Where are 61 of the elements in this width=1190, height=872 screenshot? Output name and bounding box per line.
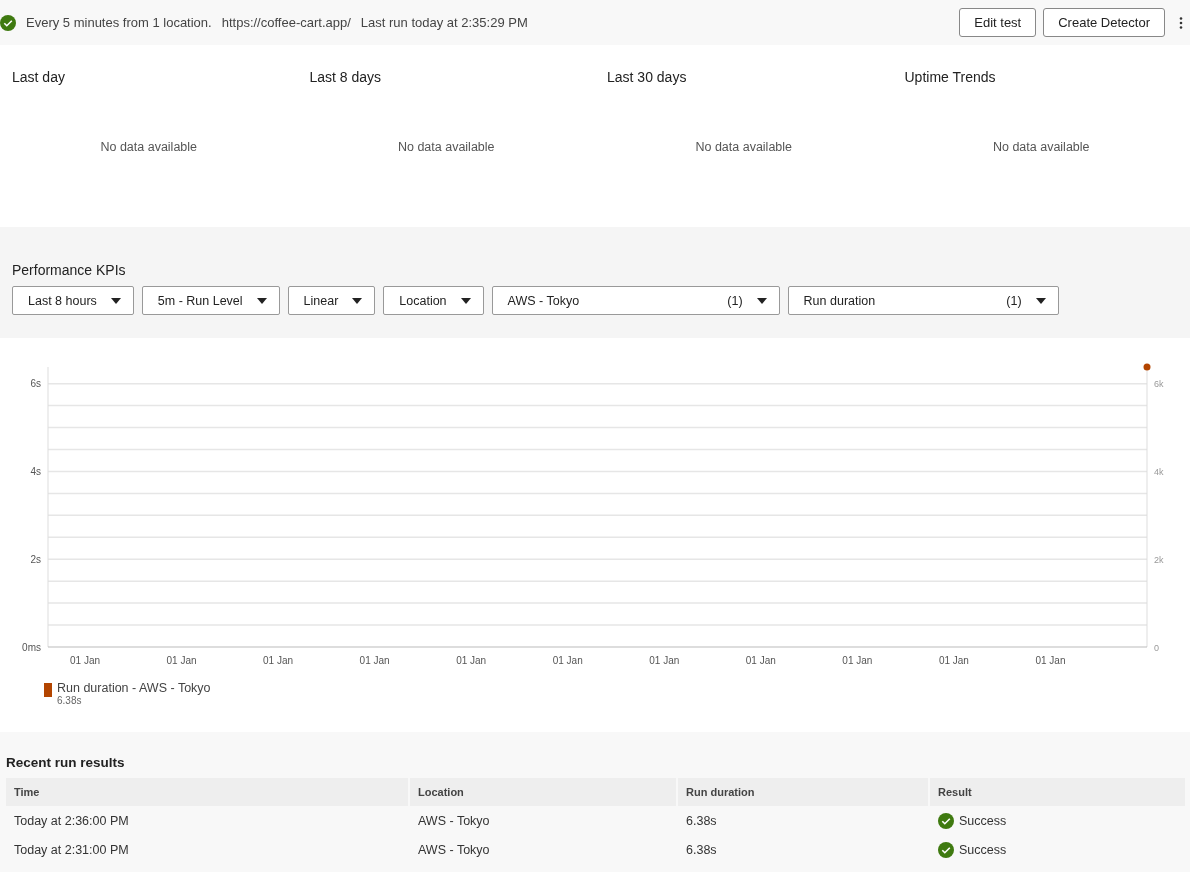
caret-icon <box>110 297 121 304</box>
table-cell-text: AWS - Tokyo <box>417 812 491 830</box>
axis-label: 01 Jan <box>70 655 100 666</box>
no-data-text: No data available <box>991 140 1091 154</box>
column-header: Time <box>6 778 408 806</box>
filter-dropdown[interactable]: Location <box>383 286 484 315</box>
filter-dropdown[interactable]: Run duration (1) <box>787 286 1059 315</box>
caret-icon <box>352 297 363 304</box>
result-text: Success <box>959 813 1007 828</box>
axis-label: 01 Jan <box>263 655 294 666</box>
create-button[interactable]: Create Detector <box>1043 8 1165 37</box>
section-title: Recent run results <box>6 755 126 770</box>
url-text: https://coffee-cart.app/ <box>221 15 351 30</box>
card-title: Last 8 days <box>309 69 383 85</box>
edit-button[interactable]: Edit test <box>959 8 1037 37</box>
filter-dropdown[interactable]: Linear <box>287 286 376 315</box>
axis-label: 01 Jan <box>1035 655 1066 666</box>
schedule-text: Every 5 minutes from 1 location. <box>26 15 212 30</box>
axis-label: 01 Jan <box>456 655 487 666</box>
filter-dropdown[interactable]: 5m - Run Level <box>141 286 280 315</box>
axis-label: 0ms <box>22 641 41 653</box>
filter-dropdown[interactable]: AWS - Tokyo (1) <box>491 286 780 315</box>
table-cell-text: AWS - Tokyo <box>417 841 491 859</box>
table-cell-text: 6.38s <box>685 812 718 830</box>
no-data-text: No data available <box>694 140 794 154</box>
last-run-text: Last run today at 2:35:29 PM <box>360 15 528 30</box>
axis-label: 01 Jan <box>649 655 680 666</box>
filter-dropdown[interactable]: Last 8 hours <box>12 286 134 315</box>
card-title: Last day <box>12 69 66 85</box>
section-title: Performance KPIs <box>12 262 127 278</box>
no-data-text: No data available <box>396 140 496 154</box>
table-cell-text: Today at 2:31:00 PM <box>13 841 130 859</box>
axis-label: 01 Jan <box>938 655 969 666</box>
axis-label: 01 Jan <box>745 655 776 666</box>
column-header: Location <box>410 778 676 806</box>
axis-label: 4s <box>30 465 41 477</box>
axis-label: 6s <box>30 378 41 390</box>
axis-label: 01 Jan <box>166 655 197 666</box>
caret-icon <box>756 297 767 304</box>
axis-label: 6k <box>1154 379 1164 390</box>
column-header: Run duration <box>678 778 928 806</box>
table-cell-text: Today at 2:36:00 PM <box>13 812 130 830</box>
caret-icon <box>1035 297 1046 304</box>
card-title: Uptime Trends <box>904 69 997 85</box>
column-header: Result <box>930 778 1185 806</box>
axis-label: 2s <box>30 553 41 565</box>
axis-label: 4k <box>1154 466 1164 477</box>
card-title: Last 30 days <box>607 69 688 85</box>
legend-value: 6.38s <box>57 695 83 706</box>
axis-label: 01 Jan <box>552 655 583 666</box>
result-text: Success <box>959 842 1007 857</box>
axis-label: 01 Jan <box>842 655 873 666</box>
axis-label: 0 <box>1154 642 1159 653</box>
axis-label: 01 Jan <box>359 655 390 666</box>
table-cell-text: 6.38s <box>685 841 718 859</box>
more-icon[interactable] <box>1179 16 1183 29</box>
caret-icon <box>460 297 471 304</box>
no-data-text: No data available <box>99 140 199 154</box>
axis-label: 2k <box>1154 554 1164 565</box>
legend-label: Run duration - AWS - Tokyo <box>57 681 211 695</box>
caret-icon <box>256 297 267 304</box>
